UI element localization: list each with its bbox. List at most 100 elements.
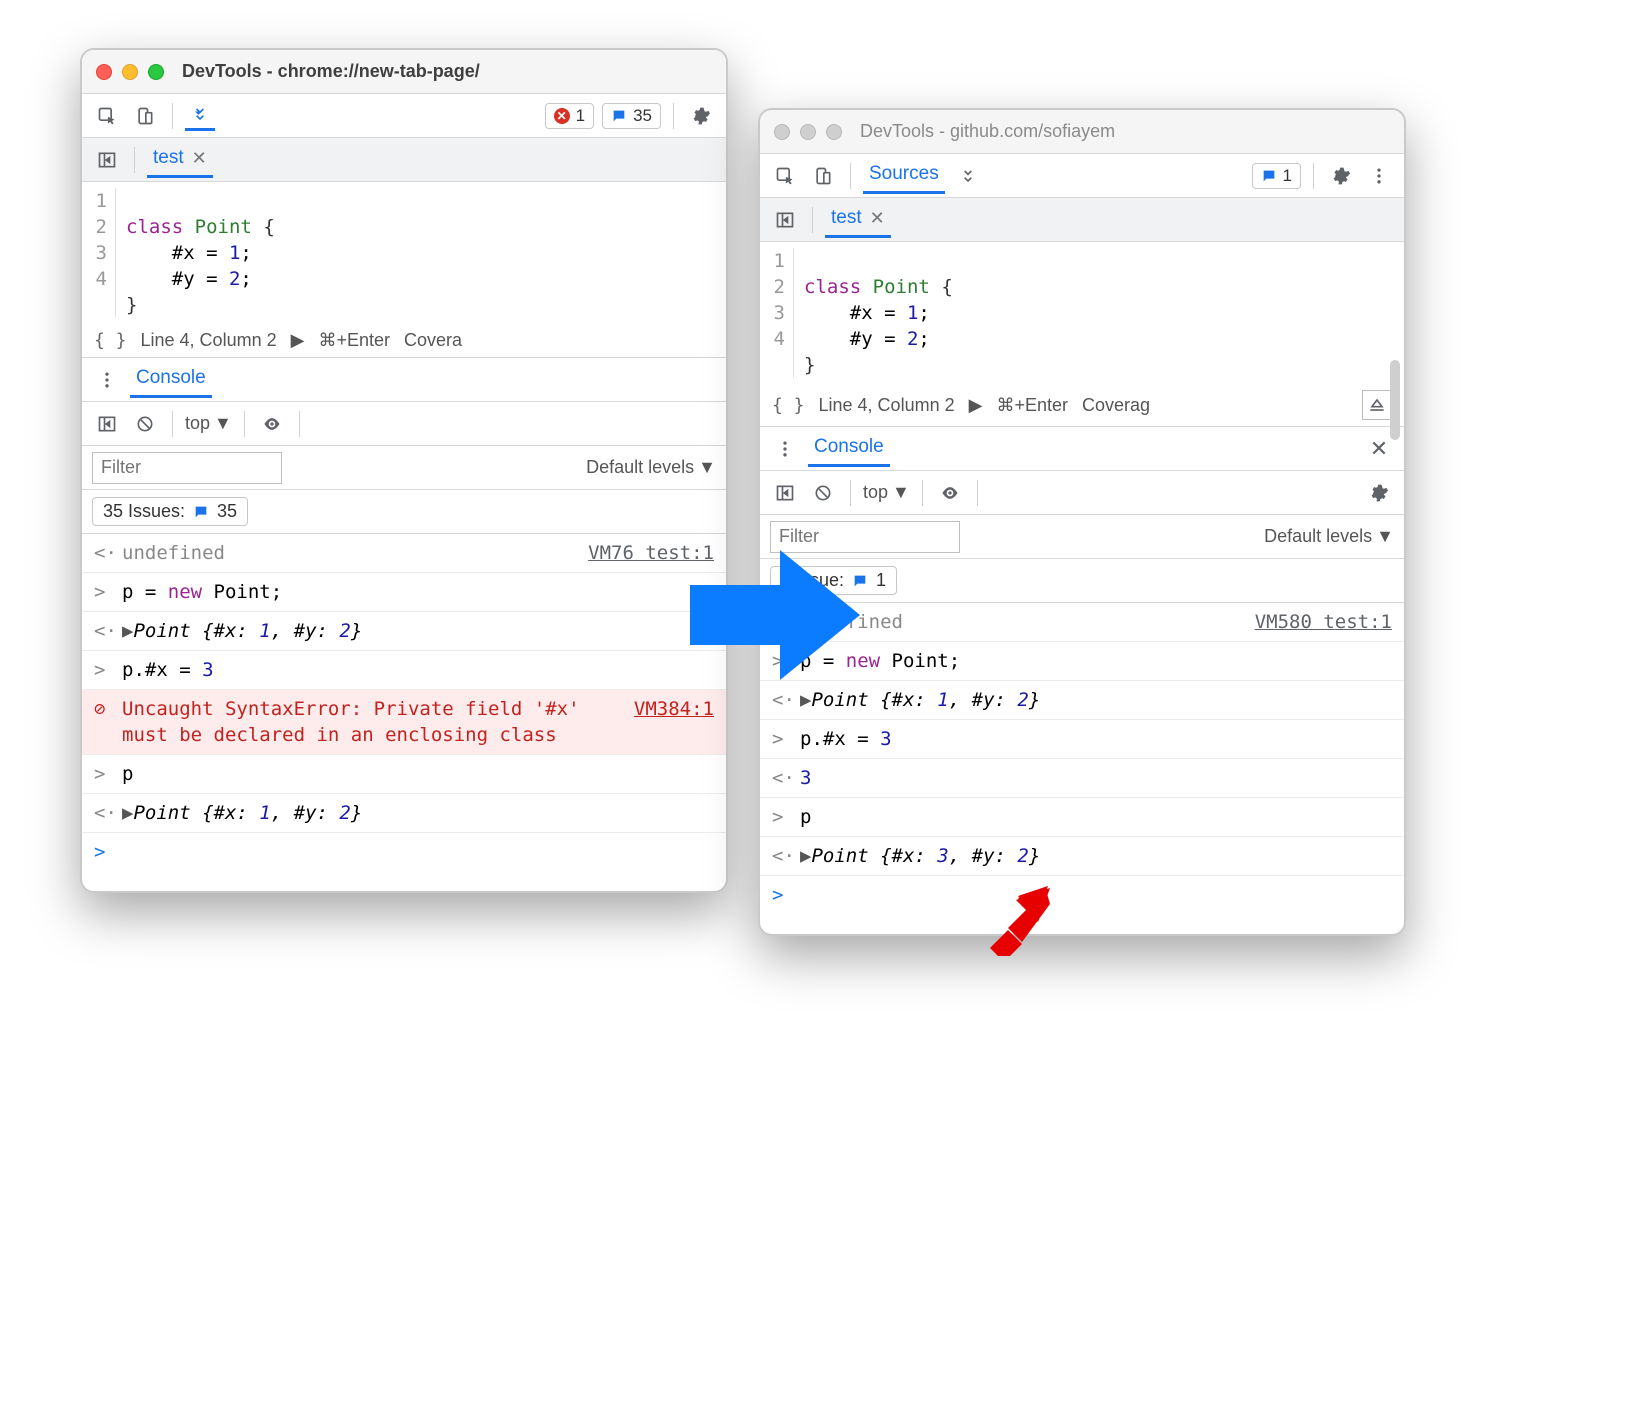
close-dot-icon[interactable] (774, 124, 790, 140)
minimize-dot-icon[interactable] (122, 64, 138, 80)
console-row-input[interactable]: > p.#x = 3 (760, 720, 1404, 759)
console-row-return[interactable]: <· ▶Point {#x: 1, #y: 2} (82, 612, 726, 651)
more-tabs-icon[interactable] (953, 161, 983, 191)
context-selector[interactable]: top ▼ (185, 413, 232, 434)
coverage-label[interactable]: Coverag (1082, 395, 1150, 416)
kebab-icon[interactable] (92, 365, 122, 395)
titlebar[interactable]: DevTools - github.com/sofiayem (760, 110, 1404, 154)
play-icon[interactable]: ▶ (291, 330, 305, 351)
console-row-input[interactable]: > p = new Point; (82, 573, 726, 612)
gear-icon[interactable] (686, 101, 716, 131)
console-row-input[interactable]: > p.#x = 3 (82, 651, 726, 690)
console-prompt[interactable]: > (82, 833, 726, 871)
more-tabs-icon[interactable] (185, 101, 215, 131)
sources-tab[interactable]: Sources (863, 157, 945, 194)
file-tab[interactable]: test ✕ (825, 201, 891, 238)
context-selector[interactable]: top ▼ (863, 482, 910, 503)
sidebar-toggle-icon[interactable] (770, 478, 800, 508)
issues-pill[interactable]: 35 Issues: 35 (92, 497, 248, 526)
errors-count: 1 (576, 106, 585, 126)
chevron-down-icon: ▼ (1376, 526, 1394, 547)
console-source-link[interactable]: VM384:1 (634, 696, 714, 722)
console-source-link[interactable]: VM580 test:1 (1255, 609, 1392, 635)
inspect-icon[interactable] (770, 161, 800, 191)
play-icon[interactable]: ▶ (969, 395, 983, 416)
console-row-input[interactable]: > p (760, 798, 1404, 837)
console-toolbar: top ▼ (82, 402, 726, 446)
run-hint: ⌘+Enter (996, 395, 1068, 416)
main-toolbar: ✕ 1 35 (82, 94, 726, 138)
navigator-toggle-icon[interactable] (770, 205, 800, 235)
errors-badge[interactable]: ✕ 1 (545, 103, 594, 129)
levels-label: Default levels (586, 457, 694, 478)
clear-console-icon[interactable] (808, 478, 838, 508)
console-tab[interactable]: Console (808, 430, 890, 467)
pretty-print-icon[interactable]: { } (94, 330, 127, 351)
close-drawer-icon[interactable]: ✕ (1364, 434, 1394, 464)
console-row-return[interactable]: <· ▶Point {#x: 1, #y: 2} (82, 794, 726, 833)
console-tab[interactable]: Console (130, 361, 212, 398)
gear-icon[interactable] (1364, 478, 1394, 508)
error-circle-icon: ✕ (554, 108, 570, 124)
code-body[interactable]: class Point { #x = 1; #y = 2; } (116, 188, 726, 318)
editor-statusbar: { } Line 4, Column 2 ▶ ⌘+Enter Coverag (760, 384, 1404, 427)
console-row-return[interactable]: <· ▶Point {#x: 3, #y: 2} (760, 837, 1404, 876)
issues-pill-label: 35 Issues: (103, 501, 185, 522)
console-prompt[interactable]: > (760, 876, 1404, 914)
drawer-header: Console (82, 358, 726, 402)
window-title: DevTools - chrome://new-tab-page/ (182, 61, 480, 82)
zoom-dot-icon[interactable] (826, 124, 842, 140)
run-hint: ⌘+Enter (318, 330, 390, 351)
issues-badge[interactable]: 1 (1252, 163, 1301, 189)
scrollbar-thumb[interactable] (1390, 360, 1400, 440)
kebab-icon[interactable] (1364, 161, 1394, 191)
sidebar-toggle-icon[interactable] (92, 409, 122, 439)
close-dot-icon[interactable] (96, 64, 112, 80)
console-row-error[interactable]: ⊘ Uncaught SyntaxError: Private field '#… (82, 690, 726, 755)
window-title: DevTools - github.com/sofiayem (860, 121, 1115, 142)
device-toggle-icon[interactable] (808, 161, 838, 191)
gear-icon[interactable] (1326, 161, 1356, 191)
minimize-dot-icon[interactable] (800, 124, 816, 140)
navigator-toggle-icon[interactable] (92, 145, 122, 175)
coverage-label[interactable]: Covera (404, 330, 462, 351)
transition-arrow-icon (690, 545, 860, 685)
console-row-return[interactable]: <· ▶Point {#x: 1, #y: 2} (760, 681, 1404, 720)
code-editor[interactable]: 1 2 3 4 class Point { #x = 1; #y = 2; } (760, 242, 1404, 384)
close-icon[interactable]: ✕ (192, 148, 207, 169)
console-row-return[interactable]: <· 3 (760, 759, 1404, 798)
console-toolbar: top ▼ (760, 471, 1404, 515)
issues-badge[interactable]: 35 (602, 103, 661, 129)
console-text: undefined (800, 609, 1245, 635)
titlebar[interactable]: DevTools - chrome://new-tab-page/ (82, 50, 726, 94)
live-expression-icon[interactable] (257, 409, 287, 439)
console-row-return[interactable]: <· undefined VM76 test:1 (82, 534, 726, 573)
kebab-icon[interactable] (770, 434, 800, 464)
code-body[interactable]: class Point { #x = 1; #y = 2; } (794, 248, 1404, 378)
drawer-header: Console ✕ (760, 427, 1404, 471)
pretty-print-icon[interactable]: { } (772, 395, 805, 416)
live-expression-icon[interactable] (935, 478, 965, 508)
log-levels-selector[interactable]: Default levels ▼ (586, 457, 716, 478)
close-icon[interactable]: ✕ (870, 208, 885, 229)
context-label: top (185, 413, 210, 434)
filter-input[interactable] (92, 452, 282, 484)
cursor-position: Line 4, Column 2 (819, 395, 955, 416)
highlight-arrow-icon (988, 886, 1058, 956)
file-tab[interactable]: test ✕ (147, 141, 213, 178)
chevron-down-icon: ▼ (892, 482, 910, 503)
zoom-dot-icon[interactable] (148, 64, 164, 80)
clear-console-icon[interactable] (130, 409, 160, 439)
line-gutter: 1 2 3 4 (760, 248, 794, 378)
log-levels-selector[interactable]: Default levels ▼ (1264, 526, 1394, 547)
issues-pill-count: 1 (876, 570, 886, 591)
message-icon (1261, 168, 1277, 184)
device-toggle-icon[interactable] (130, 101, 160, 131)
context-label: top (863, 482, 888, 503)
debugger-toggle-icon[interactable] (1362, 390, 1392, 420)
traffic-lights (96, 64, 164, 80)
code-editor[interactable]: 1 2 3 4 class Point { #x = 1; #y = 2; } (82, 182, 726, 324)
sources-tabbar: test ✕ (760, 198, 1404, 242)
console-row-input[interactable]: > p (82, 755, 726, 794)
inspect-icon[interactable] (92, 101, 122, 131)
